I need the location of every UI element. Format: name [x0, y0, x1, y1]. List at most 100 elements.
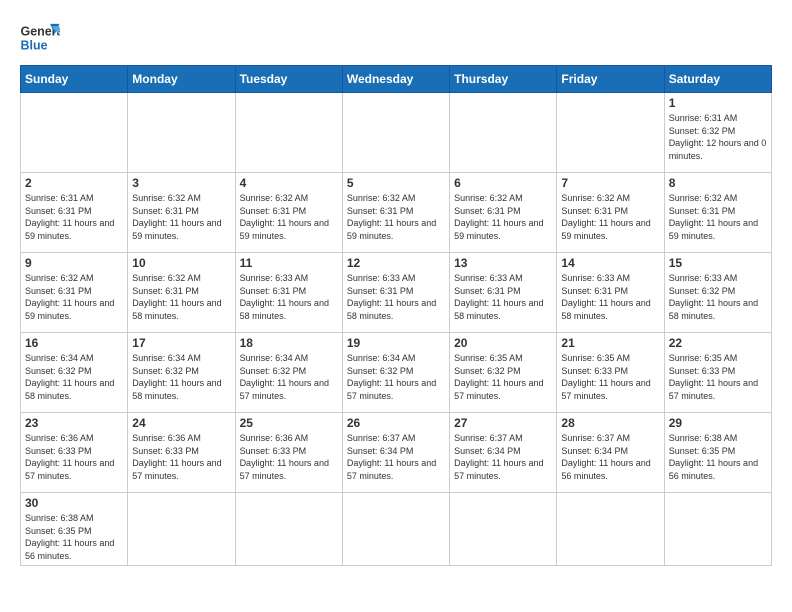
day-info: Sunrise: 6:34 AM Sunset: 6:32 PM Dayligh…: [347, 352, 445, 402]
day-number: 11: [240, 256, 338, 270]
day-info: Sunrise: 6:36 AM Sunset: 6:33 PM Dayligh…: [25, 432, 123, 482]
day-number: 28: [561, 416, 659, 430]
day-info: Sunrise: 6:32 AM Sunset: 6:31 PM Dayligh…: [25, 272, 123, 322]
calendar-week-3: 16 Sunrise: 6:34 AM Sunset: 6:32 PM Dayli…: [21, 333, 772, 413]
day-info: Sunrise: 6:37 AM Sunset: 6:34 PM Dayligh…: [454, 432, 552, 482]
calendar-cell: 2 Sunrise: 6:31 AM Sunset: 6:31 PM Daylig…: [21, 173, 128, 253]
calendar-cell: 5 Sunrise: 6:32 AM Sunset: 6:31 PM Daylig…: [342, 173, 449, 253]
calendar-cell: 17 Sunrise: 6:34 AM Sunset: 6:32 PM Dayli…: [128, 333, 235, 413]
day-number: 21: [561, 336, 659, 350]
calendar-cell: 7Sunrise: 6:32 AM Sunset: 6:31 PM Daylig…: [557, 173, 664, 253]
calendar-cell: 20Sunrise: 6:35 AM Sunset: 6:32 PM Dayli…: [450, 333, 557, 413]
day-number: 10: [132, 256, 230, 270]
calendar-cell: [21, 93, 128, 173]
day-info: Sunrise: 6:38 AM Sunset: 6:35 PM Dayligh…: [25, 512, 123, 562]
calendar-cell: 12 Sunrise: 6:33 AM Sunset: 6:31 PM Dayli…: [342, 253, 449, 333]
day-number: 24: [132, 416, 230, 430]
day-header-sunday: Sunday: [21, 66, 128, 93]
calendar-cell: [557, 93, 664, 173]
day-number: 19: [347, 336, 445, 350]
day-info: Sunrise: 6:36 AM Sunset: 6:33 PM Dayligh…: [132, 432, 230, 482]
day-number: 6: [454, 176, 552, 190]
day-number: 23: [25, 416, 123, 430]
calendar-week-4: 23 Sunrise: 6:36 AM Sunset: 6:33 PM Dayli…: [21, 413, 772, 493]
calendar-cell: 15 Sunrise: 6:33 AM Sunset: 6:32 PM Dayli…: [664, 253, 771, 333]
calendar-cell: 25 Sunrise: 6:36 AM Sunset: 6:33 PM Dayli…: [235, 413, 342, 493]
day-header-thursday: Thursday: [450, 66, 557, 93]
day-info: Sunrise: 6:32 AM Sunset: 6:31 PM Dayligh…: [132, 272, 230, 322]
day-number: 3: [132, 176, 230, 190]
day-number: 4: [240, 176, 338, 190]
calendar-cell: 13 Sunrise: 6:33 AM Sunset: 6:31 PM Dayli…: [450, 253, 557, 333]
calendar-cell: [557, 493, 664, 566]
day-number: 27: [454, 416, 552, 430]
day-header-saturday: Saturday: [664, 66, 771, 93]
calendar-cell: 10 Sunrise: 6:32 AM Sunset: 6:31 PM Dayli…: [128, 253, 235, 333]
calendar-cell: [235, 93, 342, 173]
calendar-cell: [128, 493, 235, 566]
calendar-cell: [235, 493, 342, 566]
calendar-week-0: 1 Sunrise: 6:31 AM Sunset: 6:32 PM Daylig…: [21, 93, 772, 173]
day-number: 12: [347, 256, 445, 270]
day-number: 2: [25, 176, 123, 190]
svg-text:Blue: Blue: [21, 39, 48, 53]
day-number: 25: [240, 416, 338, 430]
day-number: 13: [454, 256, 552, 270]
day-info: Sunrise: 6:32 AM Sunset: 6:31 PM Dayligh…: [347, 192, 445, 242]
day-number: 1: [669, 96, 767, 110]
calendar-week-5: 30Sunrise: 6:38 AM Sunset: 6:35 PM Dayli…: [21, 493, 772, 566]
day-info: Sunrise: 6:32 AM Sunset: 6:31 PM Dayligh…: [454, 192, 552, 242]
day-number: 29: [669, 416, 767, 430]
calendar-cell: [128, 93, 235, 173]
day-info: Sunrise: 6:36 AM Sunset: 6:33 PM Dayligh…: [240, 432, 338, 482]
day-info: Sunrise: 6:33 AM Sunset: 6:31 PM Dayligh…: [454, 272, 552, 322]
calendar-cell: [342, 93, 449, 173]
calendar-cell: [450, 93, 557, 173]
day-info: Sunrise: 6:33 AM Sunset: 6:31 PM Dayligh…: [240, 272, 338, 322]
calendar-cell: 9 Sunrise: 6:32 AM Sunset: 6:31 PM Daylig…: [21, 253, 128, 333]
calendar-cell: 23 Sunrise: 6:36 AM Sunset: 6:33 PM Dayli…: [21, 413, 128, 493]
day-header-wednesday: Wednesday: [342, 66, 449, 93]
day-number: 18: [240, 336, 338, 350]
calendar-cell: 24 Sunrise: 6:36 AM Sunset: 6:33 PM Dayli…: [128, 413, 235, 493]
day-info: Sunrise: 6:33 AM Sunset: 6:32 PM Dayligh…: [669, 272, 767, 322]
day-number: 5: [347, 176, 445, 190]
day-number: 9: [25, 256, 123, 270]
calendar-cell: 21 Sunrise: 6:35 AM Sunset: 6:33 PM Dayli…: [557, 333, 664, 413]
day-info: Sunrise: 6:34 AM Sunset: 6:32 PM Dayligh…: [132, 352, 230, 402]
calendar-week-2: 9 Sunrise: 6:32 AM Sunset: 6:31 PM Daylig…: [21, 253, 772, 333]
day-info: Sunrise: 6:38 AM Sunset: 6:35 PM Dayligh…: [669, 432, 767, 482]
calendar-cell: [342, 493, 449, 566]
day-info: Sunrise: 6:32 AM Sunset: 6:31 PM Dayligh…: [669, 192, 767, 242]
page-header: General Blue: [20, 20, 772, 55]
day-info: Sunrise: 6:34 AM Sunset: 6:32 PM Dayligh…: [240, 352, 338, 402]
logo: General Blue: [20, 20, 60, 55]
day-info: Sunrise: 6:37 AM Sunset: 6:34 PM Dayligh…: [561, 432, 659, 482]
day-info: Sunrise: 6:33 AM Sunset: 6:31 PM Dayligh…: [561, 272, 659, 322]
day-number: 16: [25, 336, 123, 350]
calendar-cell: 19 Sunrise: 6:34 AM Sunset: 6:32 PM Dayli…: [342, 333, 449, 413]
day-number: 26: [347, 416, 445, 430]
calendar-cell: 4Sunrise: 6:32 AM Sunset: 6:31 PM Daylig…: [235, 173, 342, 253]
day-info: Sunrise: 6:34 AM Sunset: 6:32 PM Dayligh…: [25, 352, 123, 402]
day-number: 7: [561, 176, 659, 190]
day-number: 14: [561, 256, 659, 270]
calendar-cell: 29 Sunrise: 6:38 AM Sunset: 6:35 PM Dayli…: [664, 413, 771, 493]
calendar-cell: 30Sunrise: 6:38 AM Sunset: 6:35 PM Dayli…: [21, 493, 128, 566]
day-info: Sunrise: 6:31 AM Sunset: 6:31 PM Dayligh…: [25, 192, 123, 242]
day-number: 15: [669, 256, 767, 270]
calendar-cell: [450, 493, 557, 566]
calendar-cell: [664, 493, 771, 566]
day-info: Sunrise: 6:35 AM Sunset: 6:32 PM Dayligh…: [454, 352, 552, 402]
day-info: Sunrise: 6:32 AM Sunset: 6:31 PM Dayligh…: [132, 192, 230, 242]
day-number: 17: [132, 336, 230, 350]
calendar-cell: 16 Sunrise: 6:34 AM Sunset: 6:32 PM Dayli…: [21, 333, 128, 413]
day-info: Sunrise: 6:31 AM Sunset: 6:32 PM Dayligh…: [669, 112, 767, 162]
day-info: Sunrise: 6:35 AM Sunset: 6:33 PM Dayligh…: [561, 352, 659, 402]
calendar-header-row: SundayMondayTuesdayWednesdayThursdayFrid…: [21, 66, 772, 93]
calendar-week-1: 2 Sunrise: 6:31 AM Sunset: 6:31 PM Daylig…: [21, 173, 772, 253]
day-header-monday: Monday: [128, 66, 235, 93]
calendar-cell: 6 Sunrise: 6:32 AM Sunset: 6:31 PM Daylig…: [450, 173, 557, 253]
day-header-friday: Friday: [557, 66, 664, 93]
day-info: Sunrise: 6:33 AM Sunset: 6:31 PM Dayligh…: [347, 272, 445, 322]
